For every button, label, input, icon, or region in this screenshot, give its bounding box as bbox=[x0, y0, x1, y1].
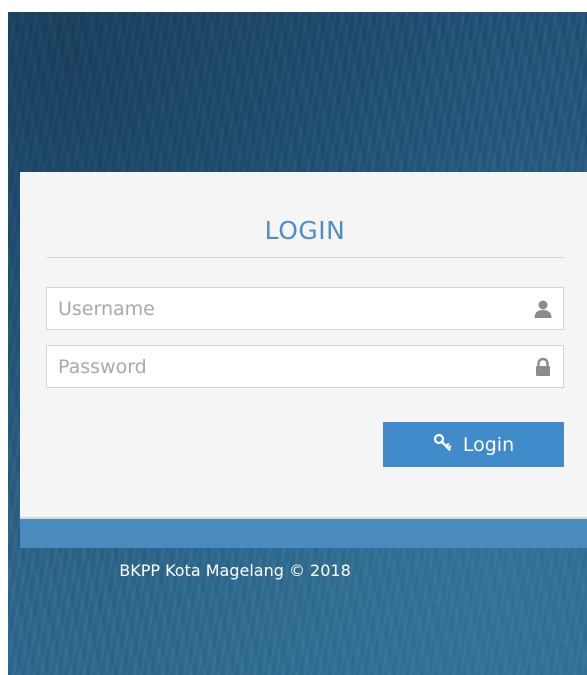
login-button[interactable]: Login bbox=[383, 422, 564, 467]
login-panel: LOGIN Username Login bbox=[20, 172, 587, 519]
copyright-text: BKPP Kota Magelang © 2018 bbox=[119, 561, 351, 580]
username-input[interactable] bbox=[47, 288, 563, 329]
login-title: LOGIN bbox=[264, 216, 346, 245]
username-field bbox=[46, 287, 564, 330]
title-divider bbox=[46, 257, 564, 258]
password-field bbox=[46, 345, 564, 388]
page: LOGIN Username Login BKPP Kota Magelang … bbox=[0, 0, 587, 675]
password-input[interactable] bbox=[47, 346, 563, 387]
login-button-label: Login bbox=[462, 433, 515, 456]
panel-footer-bar bbox=[20, 519, 587, 548]
user-icon bbox=[533, 299, 553, 319]
lock-icon bbox=[533, 357, 553, 377]
key-icon bbox=[433, 432, 453, 457]
